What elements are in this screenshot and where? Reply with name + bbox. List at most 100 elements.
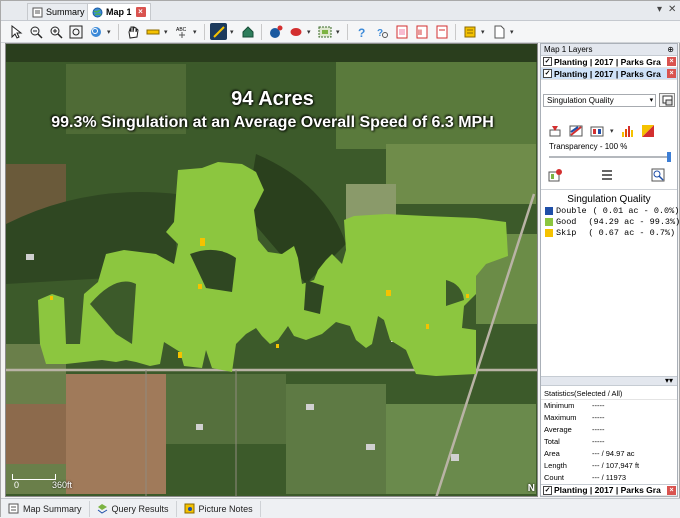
help-icon[interactable]: ? [353,23,370,40]
stat-row: Minimum ----- [541,400,677,412]
layer-item[interactable]: ✓ Planting | 2017 | Parks Gra × [541,56,677,68]
close-window-icon[interactable]: ✕ [668,4,676,15]
legend-toolbar: ▾ [541,113,677,139]
record-dot-icon[interactable] [287,23,304,40]
zoom-dropdown-icon[interactable]: ▾ [107,28,113,36]
zoom-out-icon[interactable] [27,23,44,40]
toolbar-separator [261,23,262,40]
tab-picture-notes-label: Picture Notes [198,503,253,514]
svg-text:?: ? [358,26,365,39]
help-search-icon[interactable]: ? [373,23,390,40]
picture-notes-icon [184,503,195,514]
tab-picture-notes[interactable]: Picture Notes [177,500,261,517]
palette-icon[interactable] [547,167,563,183]
record-dropdown-icon[interactable]: ▾ [307,28,313,36]
attribute-select[interactable]: Singulation Quality ▾ [543,93,657,107]
transparency-slider[interactable] [549,152,671,162]
collapse-arrows-icon[interactable]: ▾▾ [665,376,673,385]
stat-key: Maximum [544,413,577,422]
toolbar-separator [455,23,456,40]
zoom-in-icon[interactable] [47,23,64,40]
measure-dropdown-icon[interactable]: ▾ [164,28,170,36]
export-icon[interactable] [433,23,450,40]
color-ramp-icon[interactable] [568,123,584,139]
stat-value: ----- [592,413,605,422]
stat-value: --- / 11973 [592,473,627,482]
house-marker-icon[interactable] [239,23,256,40]
statistics-splitter[interactable]: ▾▾ [541,376,677,386]
globe-point-icon[interactable] [267,23,284,40]
stat-row: Maximum ----- [541,412,677,424]
layer-item[interactable]: ✓ Planting | 2017 | Parks Gra × [541,484,677,496]
stat-value: ----- [592,437,605,446]
remove-layer-icon[interactable]: × [667,57,676,66]
layer-label: Planting | 2017 | Parks Gra [554,68,661,79]
legend-item-double[interactable]: Double ( 0.01 ac - 0.0%) [545,205,679,216]
legend-detail: (94.29 ac - 99.3%) [588,216,680,227]
layer-checkbox[interactable]: ✓ [543,69,552,78]
scale-distance-label: 360ft [52,480,73,490]
label-dropdown-icon[interactable]: ▾ [193,28,199,36]
stat-key: Average [544,425,572,434]
dropdown-arrow-icon[interactable]: ▾ [657,4,662,15]
bar-chart-icon[interactable] [619,123,635,139]
label-abc-icon[interactable]: ABC [173,23,190,40]
tab-map-summary[interactable]: Map Summary [1,500,90,517]
pan-hand-icon[interactable] [124,23,141,40]
statistics-title: Statistics(Selected / All) [541,388,677,400]
bottom-tab-bar: Map Summary Query Results Picture Notes [1,498,680,518]
remove-layer-icon[interactable]: × [667,486,676,495]
zoom-extent-icon[interactable] [67,23,84,40]
note-dropdown-icon[interactable]: ▾ [481,28,487,36]
pdf-icon[interactable]: ll [413,23,430,40]
new-document-icon[interactable] [490,23,507,40]
legend-item-good[interactable]: Good (94.29 ac - 99.3%) [545,216,680,227]
pin-icon[interactable]: ⊕ [667,44,674,56]
legend-style-icon[interactable] [589,123,605,139]
slider-thumb[interactable] [667,152,671,162]
search-layer-icon[interactable] [650,167,666,183]
report-icon[interactable] [393,23,410,40]
map-subheadline: 99.3% Singulation at an Average Overall … [51,114,494,131]
screen-capture-icon[interactable] [316,23,333,40]
list-icon[interactable] [599,167,615,183]
note-icon[interactable] [461,23,478,40]
tab-map-1[interactable]: Map 1 × [87,3,151,20]
aerial-imagery [6,44,537,496]
capture-dropdown-icon[interactable]: ▾ [336,28,342,36]
transparency-label: Transparency - 100 % [549,142,628,151]
layer-checkbox[interactable]: ✓ [543,57,552,66]
map-canvas[interactable]: 94 Acres 99.3% Singulation at an Average… [5,43,538,497]
zoom-layer-icon[interactable] [87,23,104,40]
layers-panel: Map 1 Layers ⊕ ✓ Planting | 2017 | Parks… [540,43,680,497]
legend-item-skip[interactable]: Skip ( 0.67 ac - 0.7%) [545,227,676,238]
layer-item-selected[interactable]: ✓ Planting | 2017 | Parks Gra × [541,68,677,80]
layer-properties-button[interactable] [659,93,675,107]
query-results-icon [97,504,107,514]
document-dropdown-icon[interactable]: ▾ [510,28,516,36]
svg-text:ll: ll [418,30,422,37]
draw-line-icon[interactable] [210,23,227,40]
remove-layer-icon[interactable]: × [667,69,676,78]
stat-value: ----- [592,401,605,410]
legend-detail: ( 0.67 ac - 0.7%) [588,227,676,238]
bottom-layer-list: ✓ Planting | 2017 | Parks Gra × [541,484,677,496]
scale-zero-label: 0 [14,480,20,490]
slider-track [549,156,671,158]
select-arrow-icon[interactable] [7,23,24,40]
close-tab-icon[interactable]: × [135,7,146,17]
legend-swatch [545,228,553,237]
gradient-icon[interactable] [640,123,656,139]
draw-dropdown-icon[interactable]: ▾ [230,28,236,36]
legend-style-dropdown-icon[interactable]: ▾ [610,127,616,135]
tab-summary[interactable]: Summary [27,3,90,20]
document-tab-bar: Summary Map 1 × ▾ ✕ [1,1,680,21]
edit-legend-icon[interactable] [547,123,563,139]
measure-line-icon[interactable] [144,23,161,40]
stat-key: Minimum [544,401,575,410]
layer-checkbox[interactable]: ✓ [543,485,552,495]
tab-query-results[interactable]: Query Results [90,500,177,517]
chevron-down-icon: ▾ [649,96,654,104]
legend-label: Skip [556,227,577,238]
stat-row: Count --- / 11973 [541,472,677,484]
